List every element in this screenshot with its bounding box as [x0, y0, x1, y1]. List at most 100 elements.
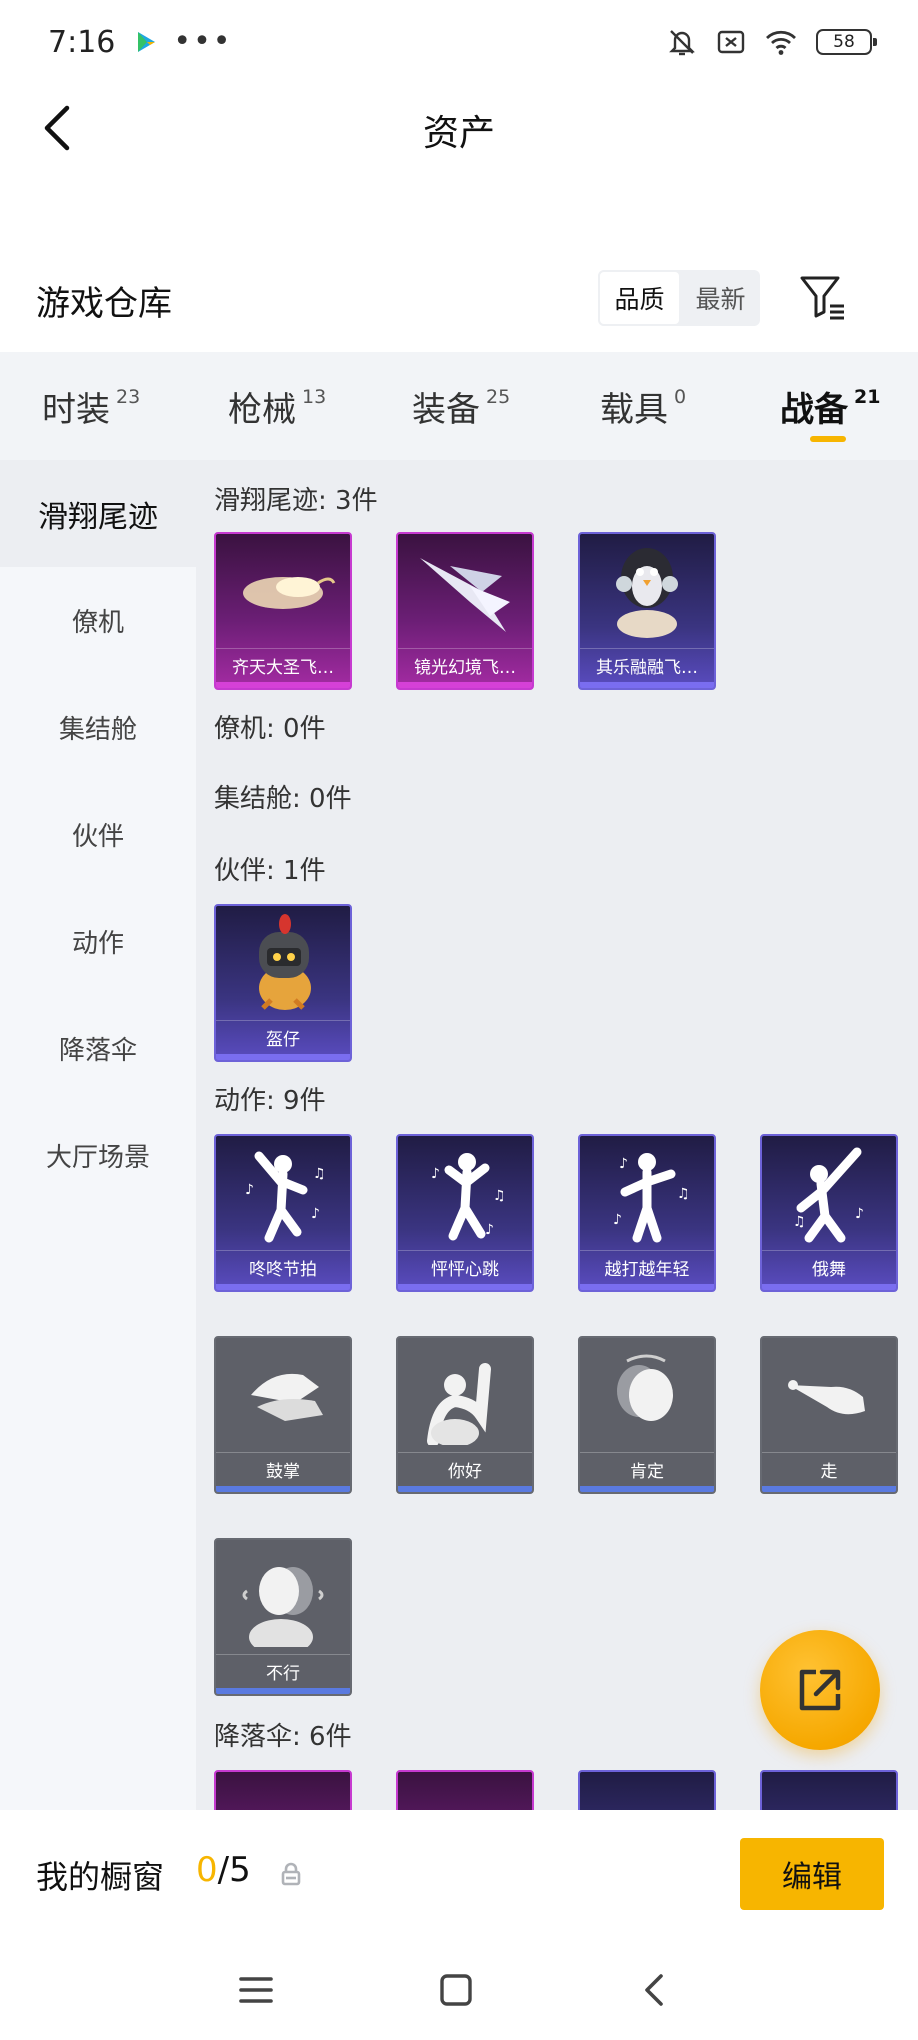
- sidebar-item-partner[interactable]: 伙伴: [0, 781, 196, 888]
- item-card[interactable]: ♪ ♫ ♪ 怦怦心跳: [396, 1134, 534, 1292]
- section-title-pod: 集结舱: 0件: [214, 784, 352, 814]
- tab-vehicles[interactable]: 载具 0: [600, 352, 780, 460]
- ballet-pose-icon: ♫ ♪: [762, 1136, 896, 1250]
- item-card[interactable]: [760, 1770, 898, 1810]
- heartbeat-pose-icon: ♪ ♫ ♪: [398, 1136, 532, 1250]
- shake-head-icon: [216, 1540, 350, 1654]
- quality-bar: [580, 1284, 714, 1290]
- item-card[interactable]: [396, 1770, 534, 1810]
- item-name: 走: [762, 1452, 896, 1486]
- tab-label: 枪械: [228, 389, 296, 430]
- sidebar-item-parachute[interactable]: 降落伞: [0, 995, 196, 1102]
- section-title-partner: 伙伴: 1件: [214, 856, 326, 886]
- menu-button[interactable]: [232, 1966, 280, 2014]
- item-name: 咚咚节拍: [216, 1250, 350, 1284]
- item-name: 齐天大圣飞…: [216, 648, 350, 682]
- category-tabs: 时装 23 枪械 13 装备 25 载具 0 战备 21: [0, 352, 918, 460]
- battery-indicator: 58: [816, 29, 877, 55]
- item-name: 怦怦心跳: [398, 1250, 532, 1284]
- item-card[interactable]: 盔仔: [214, 904, 352, 1062]
- nod-icon: [580, 1338, 714, 1452]
- tab-count: 0: [674, 386, 687, 408]
- quality-bar: [398, 682, 532, 688]
- svg-text:♫: ♫: [493, 1188, 506, 1204]
- sidebar-item-trail[interactable]: 滑翔尾迹: [0, 460, 196, 567]
- sidebar-item-emote[interactable]: 动作: [0, 888, 196, 995]
- svg-text:♪: ♪: [485, 1222, 494, 1238]
- helmet-chick-icon: [216, 906, 350, 1020]
- play-store-icon: [138, 32, 156, 52]
- section-title-emote: 动作: 9件: [214, 1086, 326, 1116]
- more-notifications-icon: •••: [173, 24, 233, 59]
- item-name: 你好: [398, 1452, 532, 1486]
- item-name: 其乐融融飞…: [580, 648, 714, 682]
- svg-text:♪: ♪: [311, 1206, 320, 1222]
- sidebar-item-lobby-scene[interactable]: 大厅场景: [0, 1102, 196, 1209]
- sort-toggle: 品质 最新: [598, 270, 760, 326]
- item-card[interactable]: 齐天大圣飞…: [214, 532, 352, 690]
- showcase-current: 0: [196, 1850, 218, 1890]
- tab-label: 装备: [412, 389, 480, 430]
- wave-hello-icon: [398, 1338, 532, 1452]
- battery-level: 58: [833, 32, 855, 52]
- item-card[interactable]: [578, 1770, 716, 1810]
- status-bar: 7:16 ••• 58: [0, 0, 918, 84]
- item-card[interactable]: 走: [760, 1336, 898, 1494]
- app-header: 资产: [0, 84, 918, 174]
- sort-by-newest[interactable]: 最新: [681, 270, 760, 326]
- item-name: 越打越年轻: [580, 1250, 714, 1284]
- sidebar-item-pod[interactable]: 集结舱: [0, 674, 196, 781]
- item-card[interactable]: 你好: [396, 1336, 534, 1494]
- quality-bar: [216, 682, 350, 688]
- dance-pose-icon: ♪ ♫ ♪: [216, 1136, 350, 1250]
- item-card[interactable]: ♪ ♫ ♪ 咚咚节拍: [214, 1134, 352, 1292]
- item-card[interactable]: [214, 1770, 352, 1810]
- sort-by-quality[interactable]: 品质: [598, 270, 681, 326]
- quality-bar: [580, 682, 714, 688]
- home-button[interactable]: [432, 1966, 480, 2014]
- showcase-total: /5: [217, 1850, 251, 1890]
- tab-count: 21: [854, 386, 881, 408]
- item-name: 鼓掌: [216, 1452, 350, 1486]
- item-card[interactable]: 肯定: [578, 1336, 716, 1494]
- pointing-hand-icon: [762, 1338, 896, 1452]
- item-card[interactable]: 鼓掌: [214, 1336, 352, 1494]
- item-grid: 滑翔尾迹: 3件 齐天大圣飞… 镜光幻境飞… 其乐融融飞… 僚机: 0件 集结舱…: [196, 460, 918, 1810]
- item-card[interactable]: ♫ ♪ 俄舞: [760, 1134, 898, 1292]
- quality-bar: [398, 1486, 532, 1492]
- section-title-wingman: 僚机: 0件: [214, 714, 326, 744]
- mute-icon: [669, 30, 695, 56]
- tab-count: 13: [302, 386, 327, 408]
- tab-label: 载具: [600, 389, 668, 430]
- quality-bar: [580, 1486, 714, 1492]
- showcase-bar: 我的橱窗 0/5 编辑: [0, 1810, 918, 1940]
- sidebar-item-wingman[interactable]: 僚机: [0, 567, 196, 674]
- tab-battle-gear[interactable]: 战备 21: [780, 352, 890, 460]
- filter-button[interactable]: [798, 272, 850, 324]
- quality-bar: [762, 1284, 896, 1290]
- warehouse-header: 游戏仓库 品质 最新: [0, 262, 918, 338]
- quality-bar: [216, 1486, 350, 1492]
- trail-cloud-icon: [216, 534, 350, 648]
- share-button[interactable]: [760, 1630, 880, 1750]
- item-card[interactable]: 其乐融融飞…: [578, 532, 716, 690]
- item-name: 镜光幻境飞…: [398, 648, 532, 682]
- crystal-wing-icon: [398, 534, 532, 648]
- item-card[interactable]: 镜光幻境飞…: [396, 532, 534, 690]
- item-card[interactable]: 不行: [214, 1538, 352, 1696]
- svg-text:♫: ♫: [793, 1214, 806, 1230]
- edit-button[interactable]: 编辑: [740, 1838, 884, 1910]
- tab-guns[interactable]: 枪械 13: [228, 352, 412, 460]
- menu-icon: [239, 1977, 273, 2003]
- system-back-button[interactable]: [630, 1966, 678, 2014]
- item-card[interactable]: ♪ ♫ ♪ 越打越年轻: [578, 1134, 716, 1292]
- section-title-trail: 滑翔尾迹: 3件: [214, 486, 378, 516]
- tab-equipment[interactable]: 装备 25: [412, 352, 600, 460]
- quality-bar: [216, 1284, 350, 1290]
- tab-label: 时装: [42, 389, 110, 430]
- item-name: 盔仔: [216, 1020, 350, 1054]
- home-square-icon: [440, 1974, 472, 2006]
- chevron-left-icon: [645, 1974, 663, 2006]
- tab-outfits[interactable]: 时装 23: [42, 352, 228, 460]
- item-name: 不行: [216, 1654, 350, 1688]
